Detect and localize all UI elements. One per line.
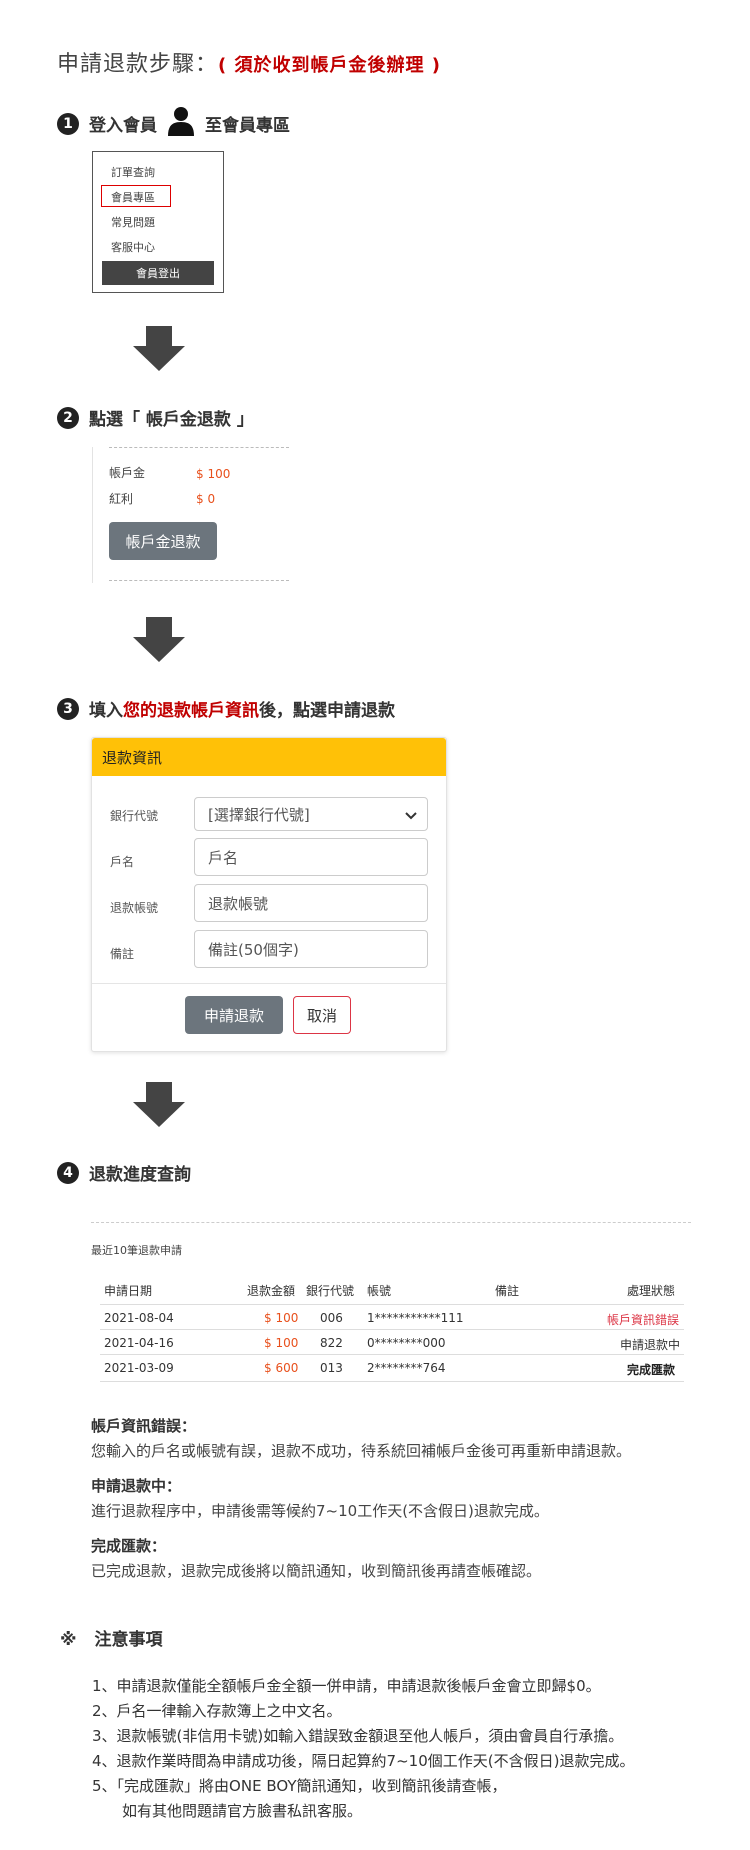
row-divider <box>100 1354 684 1355</box>
step-number-2: 2 <box>57 406 79 429</box>
step-number-4: 4 <box>57 1161 79 1184</box>
cell-account: 0********000 <box>367 1336 446 1350</box>
cell-bank: 006 <box>320 1311 343 1325</box>
notice-item: 3、退款帳號(非信用卡號)如輸入錯誤致金額退至他人帳戶，須由會員自行承擔。 <box>92 1727 624 1745</box>
cell-date: 2021-08-04 <box>104 1311 174 1325</box>
cell-account: 2********764 <box>367 1361 446 1375</box>
refund-form: 退款資訊 銀行代號 [選擇銀行代號] 戶名 戶名 退款帳號 退款帳號 備註 備註… <box>91 737 447 1052</box>
notice-item: 4、退款作業時間為申請成功後，隔日起算約7~10個工作天(不含假日)退款完成。 <box>92 1752 635 1770</box>
notice-mark: ※ <box>60 1630 77 1650</box>
bonus-value: $ 0 <box>196 492 216 506</box>
step-number-3: 3 <box>57 697 79 720</box>
status-explanation-title: 完成匯款： <box>91 1537 167 1555</box>
status-explanation-title: 帳戶資訊錯誤： <box>91 1417 197 1435</box>
name-input[interactable]: 戶名 <box>194 838 428 876</box>
bank-select-value: [選擇銀行代號] <box>208 805 310 824</box>
account-balance-panel: 帳戶金 $ 100 紅利 $ 0 帳戶金退款 <box>92 447 289 583</box>
step-2-heading: 2 點選「 帳戶金退款 」 <box>57 405 254 430</box>
divider <box>91 1222 691 1223</box>
step-3-text-after: 後，點選申請退款 <box>259 701 395 721</box>
notice-item: 1、申請退款僅能全額帳戶金全額一併申請，申請退款後帳戶金會立即歸$0。 <box>92 1677 601 1695</box>
notice-item: 如有其他問題請官方臉書私訊客服。 <box>92 1802 363 1820</box>
menu-item-faq[interactable]: 常見問題 <box>111 214 155 230</box>
chevron-down-icon <box>405 812 417 820</box>
step-3-text-highlight: 您的退款帳戶資訊 <box>123 701 259 721</box>
step-4-text: 退款進度查詢 <box>89 1165 191 1185</box>
cell-amount: $ 600 <box>264 1361 299 1375</box>
cell-amount: $ 100 <box>264 1336 299 1350</box>
step-1-heading: 1 登入會員 至會員專區 <box>57 106 290 141</box>
form-title: 退款資訊 <box>92 738 446 776</box>
title-note: ( 須於收到帳戶金後辦理 ) <box>218 55 442 76</box>
account-input[interactable]: 退款帳號 <box>194 884 428 922</box>
divider <box>92 983 446 984</box>
column-header: 處理狀態 <box>627 1284 676 1298</box>
menu-item-member-area[interactable]: 會員專區 <box>111 189 155 205</box>
balance-label: 帳戶金 <box>109 466 146 480</box>
divider <box>109 580 289 581</box>
bank-select[interactable]: [選擇銀行代號] <box>194 797 428 831</box>
notice-item: 2、戶名一律輸入存款簿上之中文名。 <box>92 1702 342 1720</box>
down-arrow-icon <box>133 1082 185 1127</box>
status-explanation-body: 進行退款程序中，申請後需等候約7~10工作天(不含假日)退款完成。 <box>91 1502 549 1520</box>
account-refund-button[interactable]: 帳戶金退款 <box>109 522 217 560</box>
memo-label: 備註 <box>110 947 135 961</box>
status-explanation-title: 申請退款中： <box>91 1477 182 1495</box>
cancel-button[interactable]: 取消 <box>293 996 351 1034</box>
bank-label: 銀行代號 <box>110 809 159 823</box>
cell-account: 1***********111 <box>367 1311 464 1325</box>
user-icon <box>167 106 195 141</box>
cell-bank: 822 <box>320 1336 343 1350</box>
step-3-text-before: 填入 <box>89 701 123 721</box>
name-placeholder: 戶名 <box>208 848 239 867</box>
column-header: 銀行代號 <box>306 1284 355 1298</box>
notice-heading: ※ 注意事項 <box>60 1625 162 1650</box>
notice-title: 注意事項 <box>94 1630 163 1650</box>
cell-bank: 013 <box>320 1361 343 1375</box>
column-header: 申請日期 <box>104 1284 153 1298</box>
divider <box>109 447 289 448</box>
cell-status: 申請退款中 <box>620 1338 681 1352</box>
title-text: 申請退款步驟： <box>57 52 219 77</box>
name-label: 戶名 <box>110 855 135 869</box>
cell-date: 2021-03-09 <box>104 1361 174 1375</box>
row-divider <box>100 1304 684 1305</box>
status-explanation-body: 已完成退款，退款完成後將以簡訊通知，收到簡訊後再請查帳確認。 <box>91 1562 542 1580</box>
step-1-text-before: 登入會員 <box>89 116 157 136</box>
down-arrow-icon <box>133 326 185 371</box>
memo-placeholder: 備註(50個字) <box>208 940 299 959</box>
down-arrow-icon <box>133 617 185 662</box>
column-header: 退款金額 <box>247 1284 296 1298</box>
step-number-1: 1 <box>57 112 79 135</box>
page-title: 申請退款步驟：( 須於收到帳戶金後辦理 ) <box>57 46 441 78</box>
account-placeholder: 退款帳號 <box>208 894 269 913</box>
account-label: 退款帳號 <box>110 901 159 915</box>
step-3-heading: 3 填入 您的退款帳戶資訊 後，點選申請退款 <box>57 696 395 721</box>
bonus-label: 紅利 <box>109 492 134 506</box>
step-2-text: 點選「 帳戶金退款 」 <box>89 410 254 430</box>
menu-item-service[interactable]: 客服中心 <box>111 239 155 255</box>
cell-amount: $ 100 <box>264 1311 299 1325</box>
cell-status: 帳戶資訊錯誤 <box>607 1313 680 1327</box>
status-explanation-body: 您輸入的戶名或帳號有誤，退款不成功，待系統回補帳戶金後可再重新申請退款。 <box>91 1442 632 1460</box>
recent-refunds-label: 最近10筆退款申請 <box>91 1244 182 1257</box>
cell-date: 2021-04-16 <box>104 1336 174 1350</box>
column-header: 帳號 <box>367 1284 392 1298</box>
step-1-text-after: 至會員專區 <box>205 116 290 136</box>
memo-input[interactable]: 備註(50個字) <box>194 930 428 968</box>
balance-value: $ 100 <box>196 467 231 481</box>
submit-refund-button[interactable]: 申請退款 <box>185 996 283 1034</box>
member-menu: 訂單查詢 會員專區 常見問題 客服中心 會員登出 <box>92 151 224 293</box>
menu-item-orders[interactable]: 訂單查詢 <box>111 164 155 180</box>
row-divider <box>100 1381 684 1382</box>
step-4-heading: 4 退款進度查詢 <box>57 1160 191 1185</box>
row-divider <box>100 1329 684 1330</box>
column-header: 備註 <box>495 1284 520 1298</box>
cell-status: 完成匯款 <box>627 1363 676 1377</box>
notice-item: 5、「完成匯款」將由ONE BOY簡訊通知，收到簡訊後請查帳， <box>92 1777 507 1795</box>
logout-button[interactable]: 會員登出 <box>102 261 214 285</box>
